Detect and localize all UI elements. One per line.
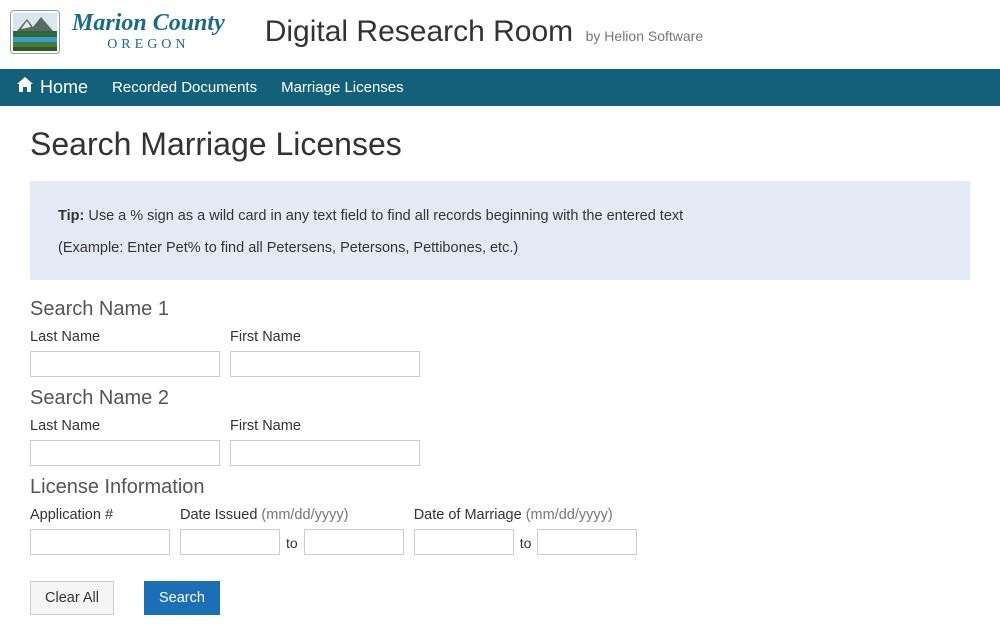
name-1-first-input[interactable] bbox=[230, 351, 420, 377]
county-state: OREGON bbox=[72, 38, 225, 53]
name-2-first-label: First Name bbox=[230, 418, 420, 434]
license-row: Application # Date Issued (mm/dd/yyyy) t… bbox=[30, 507, 970, 555]
date-marriage-hint: (mm/dd/yyyy) bbox=[526, 507, 613, 523]
name-1-last-label: Last Name bbox=[30, 329, 220, 345]
section-name-2: Search Name 2 bbox=[30, 387, 970, 410]
date-marriage-range: to bbox=[414, 529, 638, 555]
tip-box: Tip: Use a % sign as a wild card in any … bbox=[30, 181, 970, 280]
date-marriage-label: Date of Marriage (mm/dd/yyyy) bbox=[414, 507, 638, 523]
name-2-first-input[interactable] bbox=[230, 440, 420, 466]
date-issued-to-sep: to bbox=[280, 535, 304, 555]
name-1-first-label: First Name bbox=[230, 329, 420, 345]
date-marriage-to-sep: to bbox=[514, 535, 538, 555]
app-title: Digital Research Room bbox=[265, 15, 573, 48]
application-num-label: Application # bbox=[30, 507, 170, 523]
application-num-group: Application # bbox=[30, 507, 170, 555]
name-1-last-group: Last Name bbox=[30, 329, 220, 377]
nav-home-label: Home bbox=[40, 77, 88, 98]
name-1-last-input[interactable] bbox=[30, 351, 220, 377]
button-row: Clear All Search bbox=[30, 581, 970, 615]
name-2-last-group: Last Name bbox=[30, 418, 220, 466]
date-marriage-from-input[interactable] bbox=[414, 529, 514, 555]
nav-home[interactable]: Home bbox=[10, 69, 100, 106]
date-issued-group: Date Issued (mm/dd/yyyy) to bbox=[180, 507, 404, 555]
section-license: License Information bbox=[30, 476, 970, 499]
county-logo bbox=[10, 10, 60, 54]
county-name: Marion County bbox=[72, 11, 225, 36]
date-marriage-label-text: Date of Marriage bbox=[414, 507, 522, 523]
section-name-1: Search Name 1 bbox=[30, 298, 970, 321]
name-1-row: Last Name First Name bbox=[30, 329, 970, 377]
tip-example: (Example: Enter Pet% to find all Peterse… bbox=[58, 240, 942, 256]
main-content: Search Marriage Licenses Tip: Use a % si… bbox=[0, 106, 1000, 635]
navbar: Home Recorded Documents Marriage License… bbox=[0, 69, 1000, 106]
home-icon bbox=[16, 77, 34, 98]
tip-line-1: Tip: Use a % sign as a wild card in any … bbox=[58, 205, 942, 228]
nav-recorded-documents-label: Recorded Documents bbox=[112, 79, 257, 96]
tip-label: Tip: bbox=[58, 208, 84, 224]
name-2-last-input[interactable] bbox=[30, 440, 220, 466]
date-issued-label: Date Issued (mm/dd/yyyy) bbox=[180, 507, 404, 523]
name-2-first-group: First Name bbox=[230, 418, 420, 466]
landscape-logo-icon bbox=[13, 13, 57, 51]
date-issued-hint: (mm/dd/yyyy) bbox=[261, 507, 348, 523]
app-title-block: Digital Research Room by Helion Software bbox=[265, 15, 703, 49]
tip-text: Use a % sign as a wild card in any text … bbox=[88, 208, 683, 224]
page-title: Search Marriage Licenses bbox=[30, 126, 970, 163]
name-2-row: Last Name First Name bbox=[30, 418, 970, 466]
date-issued-range: to bbox=[180, 529, 404, 555]
county-text-block: Marion County OREGON bbox=[72, 11, 225, 53]
date-marriage-group: Date of Marriage (mm/dd/yyyy) to bbox=[414, 507, 638, 555]
nav-marriage-licenses-label: Marriage Licenses bbox=[281, 79, 404, 96]
search-button[interactable]: Search bbox=[144, 581, 220, 615]
clear-all-button[interactable]: Clear All bbox=[30, 581, 114, 615]
app-byline: by Helion Software bbox=[586, 28, 704, 44]
name-2-last-label: Last Name bbox=[30, 418, 220, 434]
date-issued-from-input[interactable] bbox=[180, 529, 280, 555]
nav-marriage-licenses[interactable]: Marriage Licenses bbox=[269, 69, 416, 106]
name-1-first-group: First Name bbox=[230, 329, 420, 377]
date-issued-to-input[interactable] bbox=[304, 529, 404, 555]
nav-recorded-documents[interactable]: Recorded Documents bbox=[100, 69, 269, 106]
application-num-input[interactable] bbox=[30, 529, 170, 555]
date-issued-label-text: Date Issued bbox=[180, 507, 257, 523]
header: Marion County OREGON Digital Research Ro… bbox=[0, 0, 1000, 69]
date-marriage-to-input[interactable] bbox=[537, 529, 637, 555]
